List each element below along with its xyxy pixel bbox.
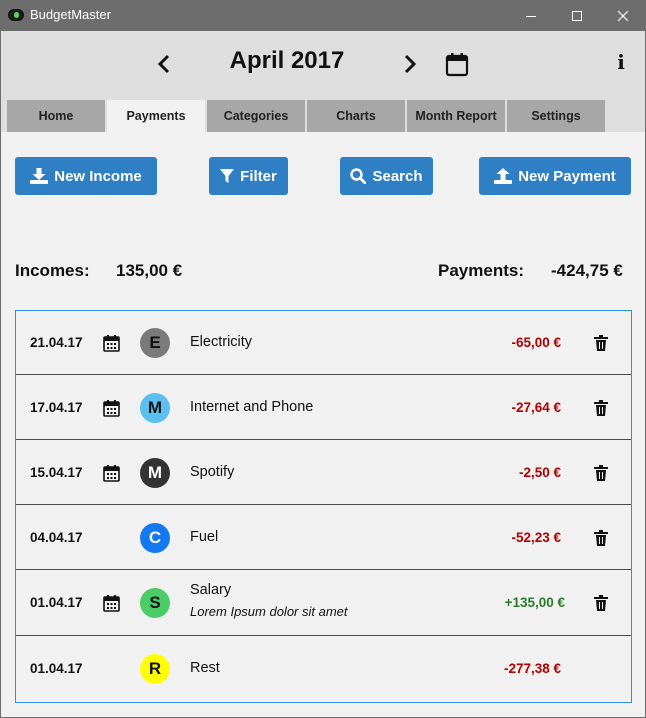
new-income-button[interactable]: New Income (15, 157, 157, 195)
payment-amount: -277,38 € (503, 661, 561, 676)
payment-amount: -52,23 € (511, 530, 561, 545)
payment-amount: -27,64 € (511, 400, 561, 415)
app-logo-icon (8, 9, 24, 21)
new-payment-button[interactable]: New Payment (479, 157, 631, 195)
payment-row[interactable]: 01.04.17 R Rest -277,38 € (16, 636, 631, 701)
chevron-left-icon (157, 54, 170, 74)
window-title: BudgetMaster (30, 7, 111, 22)
info-button[interactable]: i (613, 50, 629, 78)
tab-month-report[interactable]: Month Report (407, 100, 505, 132)
tab-charts[interactable]: Charts (307, 100, 405, 132)
repeating-indicator (103, 594, 120, 612)
category-badge: S (140, 588, 170, 618)
incomes-label: Incomes: (15, 261, 90, 280)
repeating-calendar-icon (103, 335, 120, 352)
payment-date: 21.04.17 (30, 335, 83, 350)
close-icon (617, 10, 629, 21)
payment-date: 17.04.17 (30, 400, 83, 415)
minimize-icon (526, 15, 536, 17)
payment-name: Internet and Phone (190, 399, 314, 415)
trash-icon (594, 335, 608, 351)
info-icon: i (617, 50, 625, 74)
chevron-right-icon (404, 54, 417, 74)
delete-payment-button[interactable] (594, 400, 608, 416)
payment-amount: +135,00 € (504, 595, 565, 610)
tab-categories[interactable]: Categories (207, 100, 305, 132)
filter-icon (220, 169, 235, 183)
trash-icon (594, 595, 608, 611)
new-income-label: New Income (54, 167, 142, 185)
payments-label: Payments: (438, 261, 524, 280)
tab-settings[interactable]: Settings (507, 100, 605, 132)
payment-row[interactable]: 15.04.17 M Spotify -2,50 € (16, 440, 631, 505)
trash-icon (594, 530, 608, 546)
app-window: BudgetMaster April 2017 i Home Payments … (0, 0, 646, 718)
repeating-indicator (103, 334, 120, 352)
payment-row[interactable]: 04.04.17 C Fuel -52,23 € (16, 505, 631, 570)
next-month-button[interactable] (397, 51, 423, 77)
trash-icon (594, 465, 608, 481)
filter-label: Filter (240, 167, 277, 185)
tab-home[interactable]: Home (7, 100, 105, 132)
category-badge: C (140, 523, 170, 553)
category-badge: M (140, 393, 170, 423)
payment-date: 01.04.17 (30, 595, 83, 610)
payment-row[interactable]: 01.04.17 S Lorem Ipsum dolor sit amet Salar… (16, 570, 631, 636)
month-header: April 2017 i (1, 31, 645, 100)
tab-bar: Home Payments Categories Charts Month Re… (1, 100, 645, 132)
payment-name: Spotify (190, 464, 235, 480)
payment-amount: -2,50 € (518, 465, 561, 480)
repeating-indicator (103, 399, 120, 417)
repeating-calendar-icon (103, 465, 120, 482)
maximize-button[interactable] (554, 0, 600, 31)
payment-list: 21.04.17 E Electricity -65,00 € 17.04.17 M Int… (15, 310, 632, 703)
search-icon (350, 168, 367, 184)
new-payment-label: New Payment (518, 167, 616, 185)
upload-icon (494, 168, 513, 184)
payment-name: Electricity (190, 334, 253, 350)
maximize-icon (572, 10, 582, 21)
minimize-button[interactable] (508, 0, 554, 31)
repeating-indicator (103, 464, 120, 482)
payment-amount: -65,00 € (511, 335, 561, 350)
category-badge: M (140, 458, 170, 488)
search-button[interactable]: Search (340, 157, 433, 195)
delete-payment-button[interactable] (594, 530, 608, 546)
payment-name: Fuel (190, 529, 219, 545)
repeating-calendar-icon (103, 595, 120, 612)
choose-month-button[interactable] (445, 51, 469, 77)
payment-name: Salary (190, 582, 232, 598)
incomes-value: 135,00 € (116, 261, 183, 280)
calendar-icon (445, 53, 469, 77)
payment-date: 15.04.17 (30, 465, 83, 480)
delete-payment-button[interactable] (594, 335, 608, 351)
payment-description: Lorem Ipsum dolor sit amet (190, 604, 348, 619)
payments-value: -424,75 € (551, 261, 623, 280)
repeating-calendar-icon (103, 400, 120, 417)
delete-payment-button[interactable] (594, 595, 608, 611)
payment-date: 01.04.17 (30, 661, 83, 676)
title-bar[interactable]: BudgetMaster (0, 0, 646, 31)
tab-payments[interactable]: Payments (107, 100, 205, 132)
payments-content: New Income Filter Search New Payment Inc… (1, 132, 645, 717)
current-month-title: April 2017 (229, 47, 345, 74)
payment-row[interactable]: 21.04.17 E Electricity -65,00 € (16, 311, 631, 375)
filter-button[interactable]: Filter (209, 157, 288, 195)
trash-icon (594, 400, 608, 416)
previous-month-button[interactable] (151, 51, 177, 77)
payment-date: 04.04.17 (30, 530, 83, 545)
payment-name: Rest (190, 660, 220, 676)
search-label: Search (372, 167, 423, 185)
category-badge: E (140, 328, 170, 358)
delete-payment-button[interactable] (594, 465, 608, 481)
close-button[interactable] (600, 0, 646, 31)
payment-row[interactable]: 17.04.17 M Internet and Phone -27,64 € (16, 375, 631, 440)
category-badge: R (140, 654, 170, 684)
download-icon (30, 168, 49, 184)
